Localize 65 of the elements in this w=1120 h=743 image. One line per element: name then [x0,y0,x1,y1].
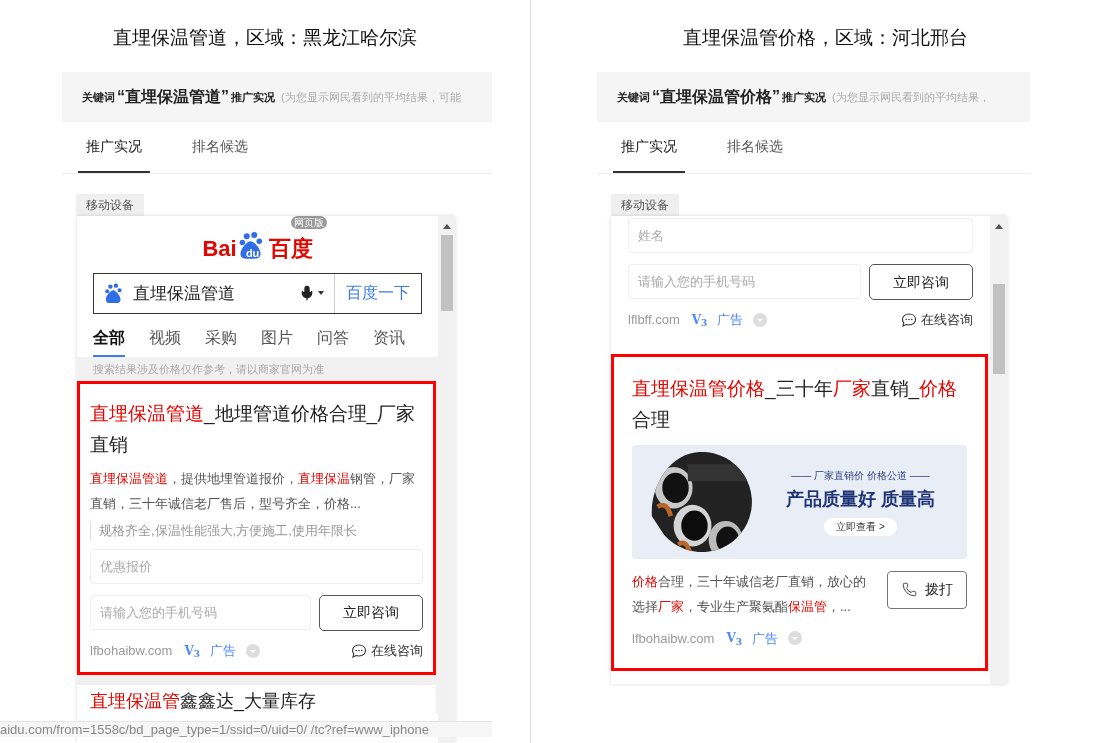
online-consult-link[interactable]: 在线咨询 [371,640,423,661]
version-badge: 网页版 [290,215,327,229]
ad-title: 直埋保温管道_地埋管道价格合理_厂家直销 [90,402,417,458]
scrollbar[interactable] [990,216,1007,684]
caret-icon [318,291,324,296]
header-note: (为您显示网民看到的平均结果，可能 [281,89,461,105]
device-chip: 移动设备 [76,193,144,216]
scroll-up-icon[interactable] [442,223,451,229]
scrollbar-thumb[interactable] [440,234,453,311]
name-field[interactable]: 姓名 [628,218,973,253]
status-url: aidu.com/from=1558c/bd_page_type=1/ssid=0/uid=0/ /tc?ref=www_iphone [0,721,492,737]
phone-icon [901,582,917,597]
device-chip: 移动设备 [611,194,679,216]
panel-caption: 直埋保温管价格，区域：河北邢台 [682,26,969,50]
ad-description: 价格合理，三十年诚信老厂直销，放心的选择厂家，专业生产聚氨酯保温管，... [632,572,867,616]
page-tab[interactable]: 推广实况 [613,136,685,173]
page-tab[interactable]: 排名候选 [184,135,256,173]
dropdown-icon[interactable] [753,312,768,327]
page-tab[interactable]: 推广实况 [78,135,150,173]
section-label: 推广实况 [231,89,275,105]
ad-sublink: 规格齐全,保温性能强大,方便施工,使用年限长 [90,521,423,541]
search-tab[interactable]: 视频 [149,325,181,357]
phone-field[interactable]: 请输入您的手机号码 [90,594,311,630]
scrollbar[interactable] [438,215,455,743]
dropdown-icon[interactable] [245,643,260,658]
ad-title: 直埋保温管价格_三十年厂家直销_价格 合理 [632,376,959,432]
banner-headline: 产品质量好 质量高 [786,487,935,511]
baidu-logo: Bai du 百度 [202,229,313,260]
microphone-icon[interactable] [299,284,315,303]
search-field[interactable]: 直埋保温管道 [133,280,235,307]
ad-label: 广告 [717,311,744,329]
search-tab[interactable]: 问答 [317,325,349,357]
ad-label: 广告 [209,641,236,660]
scrollbar-thumb[interactable] [992,284,1005,374]
search-button[interactable]: 百度一下 [334,273,421,313]
search-bar[interactable]: 直埋保温管道 百度一下 [93,272,422,314]
ad-description: 直埋保温管道，提供地埋管道报价，直埋保温钢管，厂家直销，三十年诚信老厂售后，型号齐全，价格... [90,470,416,514]
chat-icon [901,311,917,328]
keyword-text: “直埋保温管价格” [652,87,780,107]
ad-label: 广告 [751,629,778,648]
section-label: 推广实况 [782,89,826,105]
header-note: (为您显示网民看到的平均结果， [832,89,990,105]
search-tab[interactable]: 图片 [261,325,293,357]
search-tab[interactable]: 采购 [205,325,237,357]
panel-caption: 直埋保温管道，区域：黑龙江哈尔滨 [112,26,418,50]
chat-icon [351,642,367,659]
result-title: 直埋保温管鑫鑫达_大量库存 [77,685,436,714]
consult-button[interactable]: 立即咨询 [319,594,423,631]
banner-tagline: —— 厂家直销价 价格公道 —— [791,468,930,483]
price-notice: 搜索结果涉及价格仅作参考，请以商家官网为准 [77,356,438,382]
keyword-label: 关键词 [82,89,115,105]
name-field[interactable]: 优惠报价 [90,548,423,584]
phone-field[interactable]: 请输入您的手机号码 [628,264,861,299]
search-tab[interactable]: 资讯 [373,325,405,357]
page-tab[interactable]: 排名候选 [719,136,791,173]
dropdown-icon[interactable] [787,631,802,646]
call-button[interactable]: 拨打 [887,570,967,609]
verified-label: V$_{3}$ [184,642,200,660]
scroll-up-icon[interactable] [994,224,1003,229]
keyword-label: 关键词 [617,89,650,105]
verified-label: V$_{3}$ [691,311,708,329]
online-consult-link[interactable]: 在线咨询 [921,310,973,330]
consult-button[interactable]: 立即咨询 [869,264,973,300]
keyword-text: “直埋保温管道” [117,86,229,107]
verified-label: V$_{3}$ [726,630,742,648]
